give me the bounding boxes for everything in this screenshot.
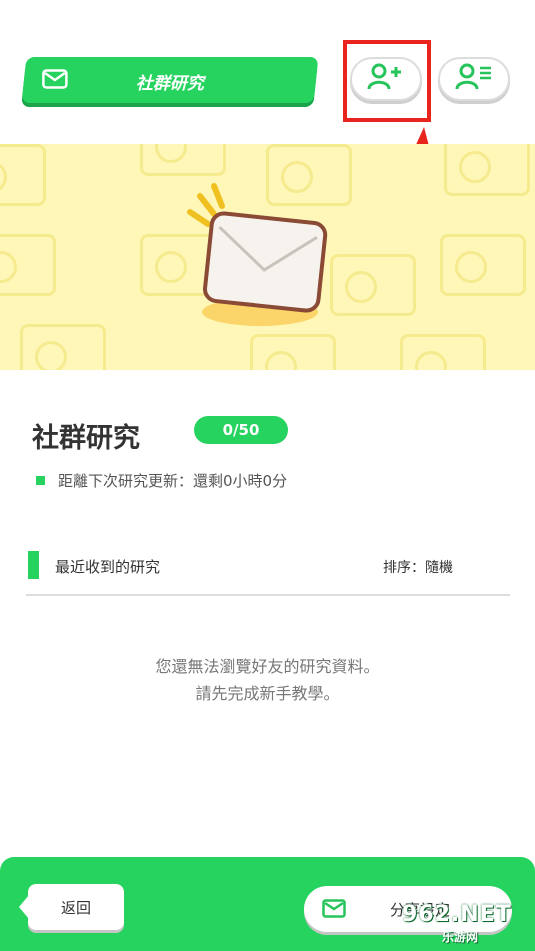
mail-icon <box>322 899 346 922</box>
research-banner <box>0 144 535 370</box>
empty-message-line-2: 請先完成新手教學。 <box>195 684 340 703</box>
empty-state-message: 您還無法瀏覽好友的研究資料。 請先完成新手教學。 <box>0 653 535 707</box>
social-research-header-button[interactable]: 社群研究 <box>21 57 319 103</box>
section-marker <box>28 551 39 579</box>
watermark-main: 962.NET <box>402 902 512 927</box>
header-title: 社群研究 <box>135 74 204 94</box>
site-watermark: 962.NET 乐游网 <box>402 902 530 946</box>
page-title: 社群研究 <box>32 423 140 454</box>
friend-list-button[interactable] <box>438 57 510 101</box>
person-list-icon <box>454 62 494 96</box>
watermark-sub: 乐游网 <box>442 930 479 944</box>
update-timer-text: 距離下次研究更新：還剩0小時0分 <box>58 472 288 490</box>
back-button[interactable]: 返回 <box>19 884 124 930</box>
sort-toggle[interactable]: 排序：隨機 <box>383 557 453 577</box>
envelope-icon <box>180 178 340 342</box>
highlight-box <box>343 40 431 122</box>
update-timer: 距離下次研究更新：還剩0小時0分 <box>36 470 287 491</box>
divider <box>26 594 510 596</box>
bullet-icon <box>36 476 45 485</box>
recent-research-label: 最近收到的研究 <box>55 558 161 576</box>
research-count-badge: 0/50 <box>194 416 288 444</box>
empty-message-line-1: 您還無法瀏覽好友的研究資料。 <box>155 657 380 676</box>
